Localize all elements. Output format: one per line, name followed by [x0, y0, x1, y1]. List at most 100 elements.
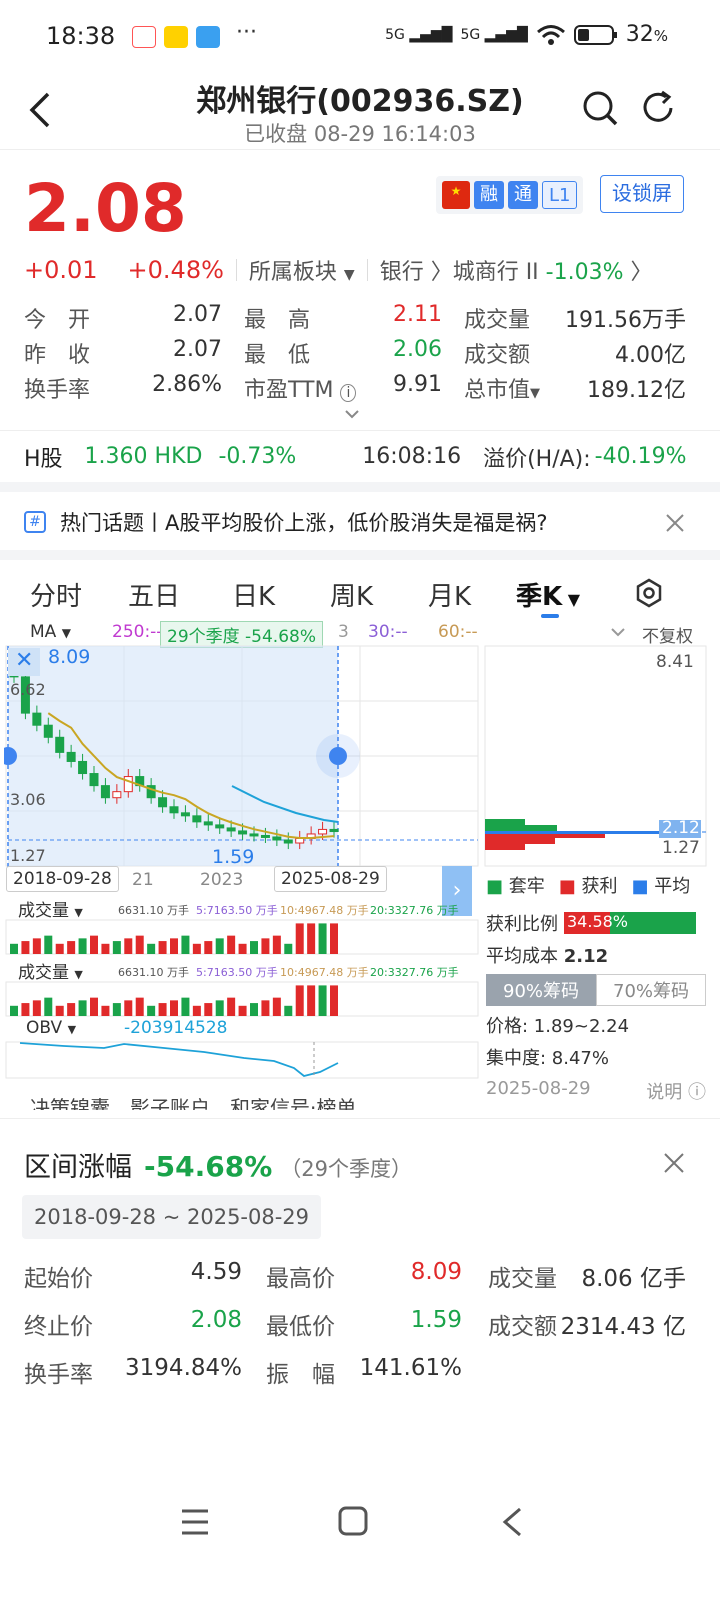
- volume-bar: [204, 941, 213, 954]
- tab-quarterly-k[interactable]: 季K ▼: [516, 576, 580, 613]
- battery-icon: [573, 24, 617, 45]
- volume-bar: [158, 1003, 167, 1016]
- tab-daily-k[interactable]: 日K: [232, 576, 275, 613]
- volume-bar: [215, 938, 224, 954]
- tab-intraday[interactable]: 分时: [30, 576, 82, 613]
- lock-screen-button[interactable]: 设锁屏: [600, 175, 684, 213]
- legend-trapped: ■ 套牢: [486, 876, 545, 897]
- period-tabs: 分时 五日 日K 周K 月K 季K ▼: [0, 562, 720, 620]
- interval-label: 换手率: [24, 1362, 93, 1388]
- volume-bar: [101, 943, 110, 954]
- candle-body: [66, 751, 76, 762]
- explain-link[interactable]: 说明 ⓘ: [646, 1078, 706, 1104]
- wifi-icon: [536, 24, 565, 45]
- signal-5g-icon-2: 5G ▂▄▆█: [460, 26, 528, 43]
- vol2-ma-20: 20:3327.76 万手: [370, 966, 459, 979]
- close-icon[interactable]: [664, 512, 686, 534]
- stock-app-icon: [132, 26, 156, 48]
- sector-path-link[interactable]: 银行 〉城商行 II -1.03% 〉: [380, 254, 653, 286]
- interval-value: 141.61%: [359, 1355, 462, 1381]
- home-icon[interactable]: [338, 1506, 368, 1536]
- vol2-ma-10: 10:4967.48 万手: [280, 966, 369, 979]
- stat-value: 2.11: [393, 301, 442, 327]
- back-nav-icon[interactable]: [500, 1506, 524, 1538]
- tab-monthly-k[interactable]: 月K: [428, 576, 471, 613]
- interval-row: 终止价 2.08 最低价 1.59 成交额 2314.43 亿: [24, 1307, 686, 1341]
- volume-bars-2: [10, 985, 338, 1016]
- candle-body: [192, 815, 202, 823]
- tab-weekly-k[interactable]: 周K: [330, 576, 373, 613]
- close-selection-icon[interactable]: ✕: [8, 648, 40, 676]
- volume-dropdown[interactable]: 成交量 ▼: [18, 896, 83, 921]
- meituan-icon: [164, 26, 188, 48]
- x-tick: 21: [132, 870, 154, 890]
- volume-bar: [32, 938, 41, 954]
- chip-top-price: 8.41: [656, 652, 694, 672]
- interval-title: 区间涨幅: [24, 1152, 132, 1183]
- volume-bar: [78, 938, 87, 954]
- h-share-price: 1.360 HKD: [84, 444, 203, 469]
- interval-value: 4.59: [190, 1259, 242, 1285]
- stats-grid: 今 开 2.07 最 高 2.11 成交量 191.56万手 昨 收 2.07 最 低 2…: [24, 300, 686, 405]
- change-row: +0.01 +0.48% 所属板块 ▼ 银行 〉城商行 II -1.03% 〉: [24, 254, 704, 286]
- legend-profit: ■ 获利: [558, 876, 618, 897]
- interval-row: 起始价 4.59 最高价 8.09 成交量 8.06 亿手: [24, 1259, 686, 1293]
- signal-5g-icon: 5G ▂▄▆█: [385, 26, 453, 43]
- search-icon[interactable]: [580, 88, 620, 128]
- obv-dropdown[interactable]: OBV ▼: [26, 1018, 76, 1038]
- stock-badges: ★ 融 通 L1: [436, 176, 584, 214]
- kline-chart-area[interactable]: MA ▼ 250:-- 29个季度 -54.68% 3 30:-- 60:-- …: [4, 620, 712, 1103]
- menu-icon[interactable]: [180, 1508, 210, 1536]
- chip70-tab[interactable]: 70%筹码: [596, 974, 706, 1006]
- sector-dropdown[interactable]: 所属板块 ▼: [249, 254, 355, 286]
- interval-value: 2314.43 亿: [560, 1314, 686, 1340]
- interval-label: 最高价: [266, 1266, 335, 1292]
- refresh-icon[interactable]: [638, 88, 678, 128]
- stat-label: 成交量: [464, 307, 531, 333]
- obv-line: [19, 1042, 339, 1077]
- volume-bar: [295, 923, 304, 954]
- interval-label: 振 幅: [266, 1362, 335, 1388]
- settings-hexagon-icon[interactable]: [634, 578, 664, 608]
- volume-bar: [32, 1000, 41, 1016]
- interval-label: 最低价: [266, 1314, 335, 1340]
- volume-bar: [170, 938, 178, 954]
- badge-connect[interactable]: 通: [508, 181, 538, 209]
- badge-level1[interactable]: L1: [542, 181, 578, 209]
- topic-text: 热门话题丨A股平均股价上涨，低价股消失是福是祸?: [60, 511, 548, 535]
- stat-value: 191.56万手: [565, 307, 686, 333]
- candle-body: [329, 828, 339, 833]
- expand-chevron-icon[interactable]: [344, 408, 360, 420]
- tab-5day[interactable]: 五日: [128, 576, 180, 613]
- hot-topic-banner[interactable]: # 热门话题丨A股平均股价上涨，低价股消失是福是祸?: [0, 494, 720, 550]
- stats-row: 昨 收 2.07 最 低 2.06 成交额 4.00亿: [24, 335, 686, 370]
- badge-margin[interactable]: 融: [474, 181, 504, 209]
- interval-periods: （29个季度）: [280, 1157, 412, 1181]
- close-icon[interactable]: [662, 1151, 686, 1175]
- stat-value: 189.12亿: [587, 377, 686, 403]
- more-notifications-icon: ···: [236, 20, 257, 45]
- volume-bar: [147, 943, 156, 954]
- volume-bar: [192, 1005, 201, 1016]
- market-cap-dropdown[interactable]: 总市值▼: [464, 372, 540, 404]
- current-price: 2.08: [24, 170, 187, 247]
- volume-bar: [215, 1000, 224, 1016]
- candle-body: [318, 828, 328, 835]
- pe-ttm-info[interactable]: 市盈TTM i: [244, 372, 357, 404]
- candle-body: [260, 834, 270, 838]
- volume-bar: [124, 1000, 133, 1016]
- start-date-label[interactable]: 2018-09-28: [6, 866, 119, 892]
- end-date-label[interactable]: 2025-08-29: [274, 866, 387, 892]
- chip90-tab[interactable]: 90%筹码: [486, 974, 596, 1006]
- volume-bar: [21, 941, 30, 954]
- volume-bars-1: [10, 923, 338, 954]
- h-share-row[interactable]: H股 1.360 HKD -0.73% 16:08:16 溢价(H/A): -4…: [0, 430, 720, 482]
- volume-bar: [238, 1005, 247, 1016]
- tools-row-partial[interactable]: 决策锦囊 影子账户 和家信号·榜单: [30, 1092, 356, 1110]
- status-bar: 18:38 ··· 5G ▂▄▆█ 5G ▂▄▆█ 32%: [0, 0, 720, 76]
- vol2-ma-1: 6631.10 万手: [118, 966, 189, 979]
- volume-dropdown-2[interactable]: 成交量 ▼: [18, 958, 83, 983]
- volume-bar: [227, 935, 236, 954]
- candle-body: [100, 785, 110, 799]
- volume-bar: [250, 1003, 258, 1016]
